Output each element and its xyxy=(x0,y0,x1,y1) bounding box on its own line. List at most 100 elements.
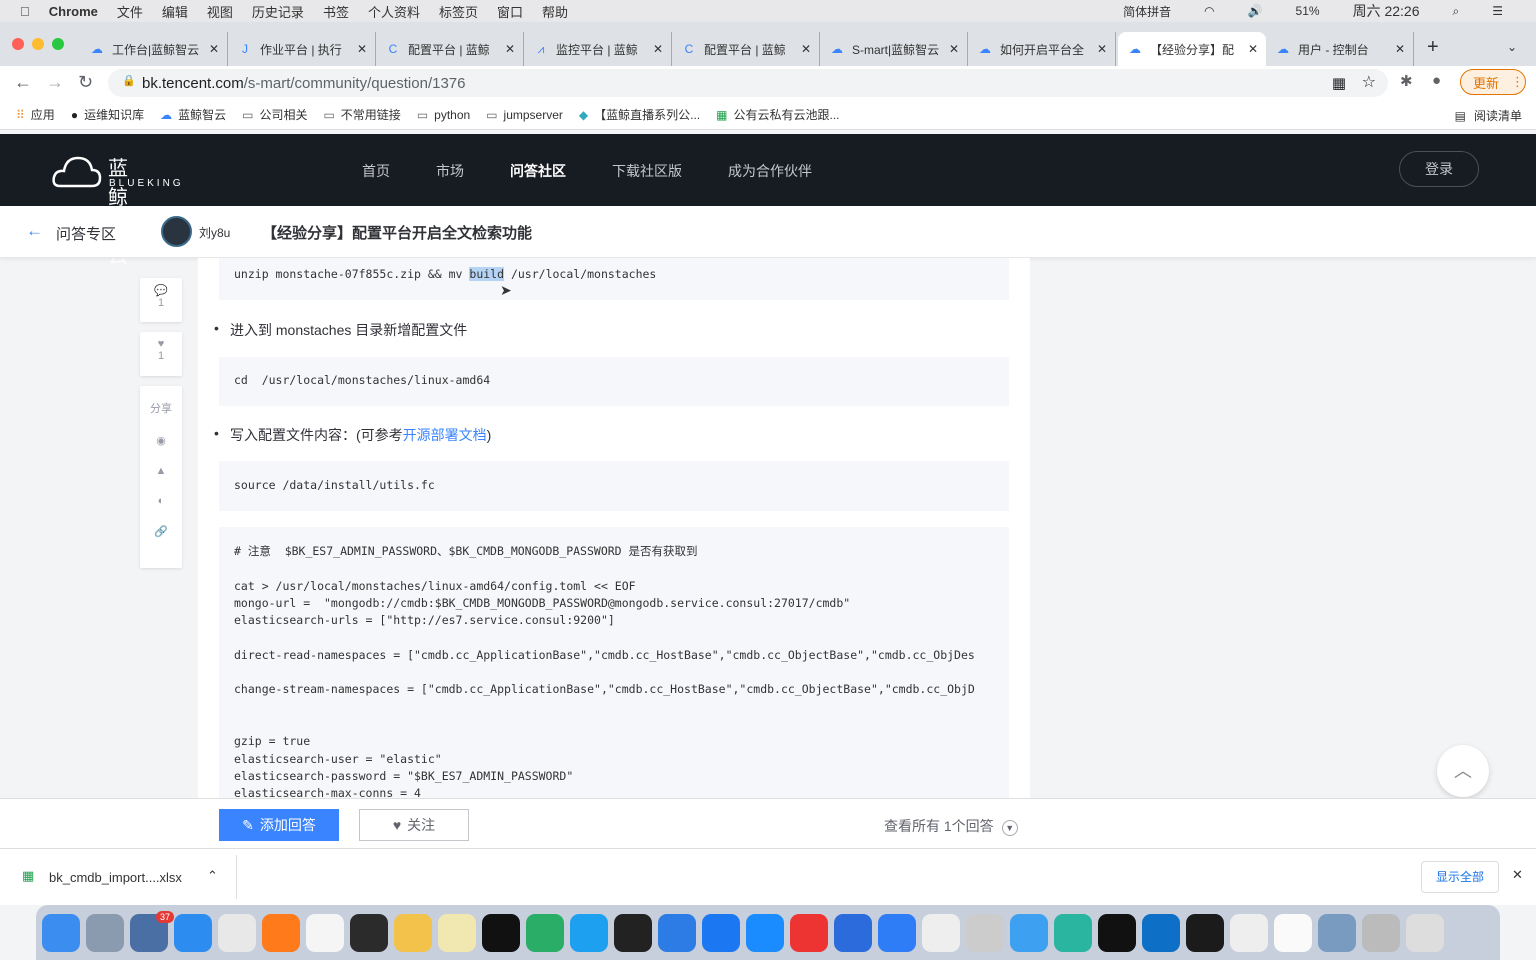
dock-app-icon[interactable] xyxy=(570,913,608,952)
back-arrow-icon[interactable]: ← xyxy=(26,221,43,241)
minimize-window-button[interactable] xyxy=(32,38,44,50)
blueking-logo[interactable]: 蓝鲸智云BLUEKING xyxy=(52,150,181,267)
bookmark-folder[interactable]: ▭ python xyxy=(417,108,470,122)
close-tab-icon[interactable]: ✕ xyxy=(949,42,959,56)
tab-search-icon[interactable]: ⌄ xyxy=(1507,40,1517,54)
deploy-docs-link[interactable]: 开源部署文档 xyxy=(403,427,487,443)
bookmark[interactable]: ▦ 公有云私有云池跟... xyxy=(716,106,839,123)
close-tab-icon[interactable]: ✕ xyxy=(1097,42,1107,56)
dock-app-icon[interactable] xyxy=(394,913,432,952)
dock-app-icon[interactable] xyxy=(218,913,256,952)
dock-app-icon[interactable] xyxy=(922,913,960,952)
menu-help[interactable]: 帮助 xyxy=(542,2,568,21)
avatar[interactable] xyxy=(161,216,192,247)
reading-list[interactable]: ▤ 阅读清单 xyxy=(1455,107,1522,124)
dock-app-icon[interactable] xyxy=(790,913,828,952)
close-tab-icon[interactable]: ✕ xyxy=(801,42,811,56)
like-button[interactable]: ♥ 1 xyxy=(140,332,182,376)
dock-app-icon[interactable] xyxy=(1318,913,1356,952)
menu-history[interactable]: 历史记录 xyxy=(252,2,304,21)
volume-icon[interactable]: 🔊 xyxy=(1248,4,1263,18)
apple-icon[interactable]:  xyxy=(20,4,30,19)
dock-app-icon[interactable] xyxy=(1406,913,1444,952)
menu-app[interactable]: Chrome xyxy=(49,4,98,19)
add-answer-button[interactable]: ✎ 添加回答 xyxy=(219,809,339,841)
bookmark[interactable]: ◆ 【蓝鲸直播系列公... xyxy=(579,106,700,123)
menu-window[interactable]: 窗口 xyxy=(497,2,523,21)
clock[interactable]: 周六 22:26 xyxy=(1353,1,1420,21)
close-tab-icon[interactable]: ✕ xyxy=(357,42,367,56)
close-tab-icon[interactable]: ✕ xyxy=(1395,42,1405,56)
login-button[interactable]: 登录 xyxy=(1399,151,1479,187)
follow-button[interactable]: ♥ 关注 xyxy=(359,809,469,841)
dock-app-icon[interactable] xyxy=(614,913,652,952)
tab-active[interactable]: ☁ 【经验分享】配 ✕ xyxy=(1118,32,1266,66)
tab[interactable]: ☁ 工作台|蓝鲸智云 ✕ xyxy=(80,32,228,66)
qq-share-icon[interactable]: ▲ xyxy=(140,465,182,477)
bookmark[interactable]: ● 运维知识库 xyxy=(71,106,144,123)
dock-app-icon[interactable] xyxy=(1098,913,1136,952)
dock-app-icon[interactable] xyxy=(306,913,344,952)
dock-app-icon[interactable] xyxy=(1054,913,1092,952)
tab[interactable]: ☁ S-mart|蓝鲸智云 ✕ xyxy=(820,32,968,66)
bookmark-folder[interactable]: ▭ 公司相关 xyxy=(242,106,307,123)
close-tab-icon[interactable]: ✕ xyxy=(505,42,515,56)
url-input[interactable]: 🔒 bk.tencent.com/s-mart/community/questio… xyxy=(108,69,1388,97)
close-tab-icon[interactable]: ✕ xyxy=(653,42,663,56)
menu-edit[interactable]: 编辑 xyxy=(162,2,188,21)
profile-icon[interactable]: ● xyxy=(1432,72,1441,89)
bookmark-folder[interactable]: ▭ 不常用链接 xyxy=(323,106,400,123)
dock-app-icon[interactable] xyxy=(1010,913,1048,952)
dock-app-icon[interactable] xyxy=(174,913,212,952)
dock-app-icon[interactable] xyxy=(86,913,124,952)
extensions-icon[interactable]: ✱ xyxy=(1400,72,1413,90)
new-tab-button[interactable]: + xyxy=(1427,36,1439,59)
view-all-answers[interactable]: 查看所有 1个回答 ▼ xyxy=(884,816,1018,836)
dock-app-icon[interactable] xyxy=(878,913,916,952)
nav-home[interactable]: 首页 xyxy=(362,161,390,181)
dock-app-icon[interactable] xyxy=(526,913,564,952)
nav-download[interactable]: 下载社区版 xyxy=(612,161,682,181)
dock-app-icon[interactable] xyxy=(1142,913,1180,952)
download-item[interactable]: bk_cmdb_import....xlsx xyxy=(49,870,182,885)
dock-app-icon[interactable] xyxy=(966,913,1004,952)
wechat-share-icon[interactable]: ◉ xyxy=(140,434,182,447)
reload-icon[interactable]: ↻ xyxy=(78,72,93,93)
update-button[interactable]: 更新 ⋮ xyxy=(1460,69,1526,95)
dock-app-icon[interactable] xyxy=(1230,913,1268,952)
dock-app-icon[interactable] xyxy=(42,913,80,952)
close-download-shelf-icon[interactable]: ✕ xyxy=(1512,867,1523,883)
chevron-up-icon[interactable]: ⌃ xyxy=(207,868,218,884)
menu-profiles[interactable]: 个人资料 xyxy=(368,2,420,21)
zoom-window-button[interactable] xyxy=(52,38,64,50)
dock-app-icon[interactable] xyxy=(702,913,740,952)
bookmark-folder[interactable]: ▭ jumpserver xyxy=(486,108,563,122)
scroll-to-top-button[interactable]: ︿ xyxy=(1437,745,1489,797)
tab[interactable]: ☁ 用户 - 控制台 ✕ xyxy=(1266,32,1414,66)
battery-status[interactable]: 51% xyxy=(1296,4,1320,18)
close-window-button[interactable] xyxy=(12,38,24,50)
menu-view[interactable]: 视图 xyxy=(207,2,233,21)
tab[interactable]: C 配置平台 | 蓝鲸 ✕ xyxy=(376,32,524,66)
menu-bookmarks[interactable]: 书签 xyxy=(323,2,349,21)
comment-count-button[interactable]: 💬 1 xyxy=(140,278,182,322)
selected-text[interactable]: build xyxy=(469,267,505,281)
dock-app-icon[interactable] xyxy=(1186,913,1224,952)
dock-app-icon[interactable] xyxy=(350,913,388,952)
dock-app-icon[interactable] xyxy=(262,913,300,952)
tab[interactable]: ⩘ 监控平台 | 蓝鲸 ✕ xyxy=(524,32,672,66)
bookmark-apps[interactable]: ⠿ 应用 xyxy=(16,106,55,123)
menu-tabs[interactable]: 标签页 xyxy=(439,2,478,21)
input-method[interactable]: 简体拼音 xyxy=(1123,3,1171,20)
back-icon[interactable]: ← xyxy=(14,72,32,93)
close-tab-icon[interactable]: ✕ xyxy=(1248,42,1258,56)
forward-icon[interactable]: → xyxy=(46,72,64,93)
nav-qa-community[interactable]: 问答社区 xyxy=(510,161,566,181)
copy-link-icon[interactable]: 🔗 xyxy=(140,525,182,538)
tab[interactable]: C 配置平台 | 蓝鲸 ✕ xyxy=(672,32,820,66)
back-to-qa-link[interactable]: 问答专区 xyxy=(56,223,116,244)
menu-file[interactable]: 文件 xyxy=(117,2,143,21)
wifi-icon[interactable]: ◠ xyxy=(1204,4,1214,18)
dock-app-icon[interactable] xyxy=(834,913,872,952)
tab[interactable]: ☁ 如何开启平台全 ✕ xyxy=(968,32,1116,66)
